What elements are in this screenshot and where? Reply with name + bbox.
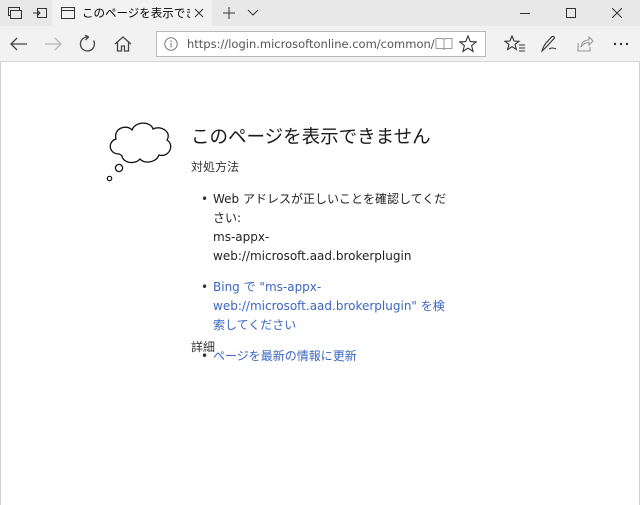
minimize-button[interactable] [502,0,548,26]
pen-icon [541,35,557,53]
tab-list-button[interactable] [240,0,266,26]
thought-cloud-icon [106,122,172,182]
navigation-toolbar: https://login.microsoftonline.com/common… [0,26,640,62]
reading-view-button[interactable] [433,33,455,55]
info-icon[interactable] [163,36,179,52]
page-title: このページを表示できません [191,127,431,148]
list-item: Bing で "ms-appx-web://microsoft.aad.brok… [191,278,451,335]
plus-icon [223,7,235,19]
browser-tab[interactable]: このページを表示できません [52,0,212,26]
new-tab-button[interactable] [216,0,242,26]
tab-title: このページを表示できません [82,6,190,20]
address-bar[interactable]: https://login.microsoftonline.com/common… [156,31,486,57]
home-icon [114,36,132,52]
suggestion-list: Web アドレスが正しいことを確認してください: ms-appx-web://m… [191,190,451,378]
set-aside-tabs-icon[interactable] [27,0,53,26]
details-toggle[interactable]: 詳細 [191,338,215,355]
close-window-button[interactable] [594,0,640,26]
back-arrow-icon [10,37,27,51]
check-address-text: Web アドレスが正しいことを確認してください: [213,192,447,225]
tab-preview-icon[interactable] [2,0,28,26]
favorite-button[interactable] [457,33,479,55]
home-button[interactable] [106,26,140,62]
maximize-button[interactable] [548,0,594,26]
book-icon [435,38,453,51]
back-button[interactable] [2,26,36,62]
close-icon [612,8,622,18]
close-icon[interactable] [190,4,208,22]
refresh-icon [79,35,96,52]
forward-arrow-icon [45,37,62,51]
chevron-down-icon [247,9,259,16]
page-content: このページを表示できません 対処方法 Web アドレスが正しいことを確認してくだ… [0,62,640,505]
address-text: ms-appx-web://microsoft.aad.brokerplugin [213,230,412,263]
minimize-icon [520,13,530,14]
list-item: Web アドレスが正しいことを確認してください: ms-appx-web://m… [191,190,451,266]
star-icon [459,35,477,53]
web-note-button[interactable] [532,26,566,62]
refresh-button[interactable] [71,26,105,62]
maximize-icon [566,8,576,18]
title-bar: このページを表示できません [0,0,640,26]
list-item: ページを最新の情報に更新 [191,347,451,366]
fix-heading: 対処方法 [191,160,240,174]
url-text[interactable]: https://login.microsoftonline.com/common… [187,32,435,56]
more-button[interactable] [604,26,638,62]
more-icon [613,42,629,46]
share-icon [577,35,594,52]
favorites-hub-button[interactable] [498,26,532,62]
refresh-page-link[interactable]: ページを最新の情報に更新 [213,349,357,363]
page-icon [60,5,76,21]
star-list-icon [504,35,525,52]
forward-button[interactable] [36,26,70,62]
bing-search-link[interactable]: Bing で "ms-appx-web://microsoft.aad.brok… [213,280,445,332]
share-button[interactable] [568,26,602,62]
